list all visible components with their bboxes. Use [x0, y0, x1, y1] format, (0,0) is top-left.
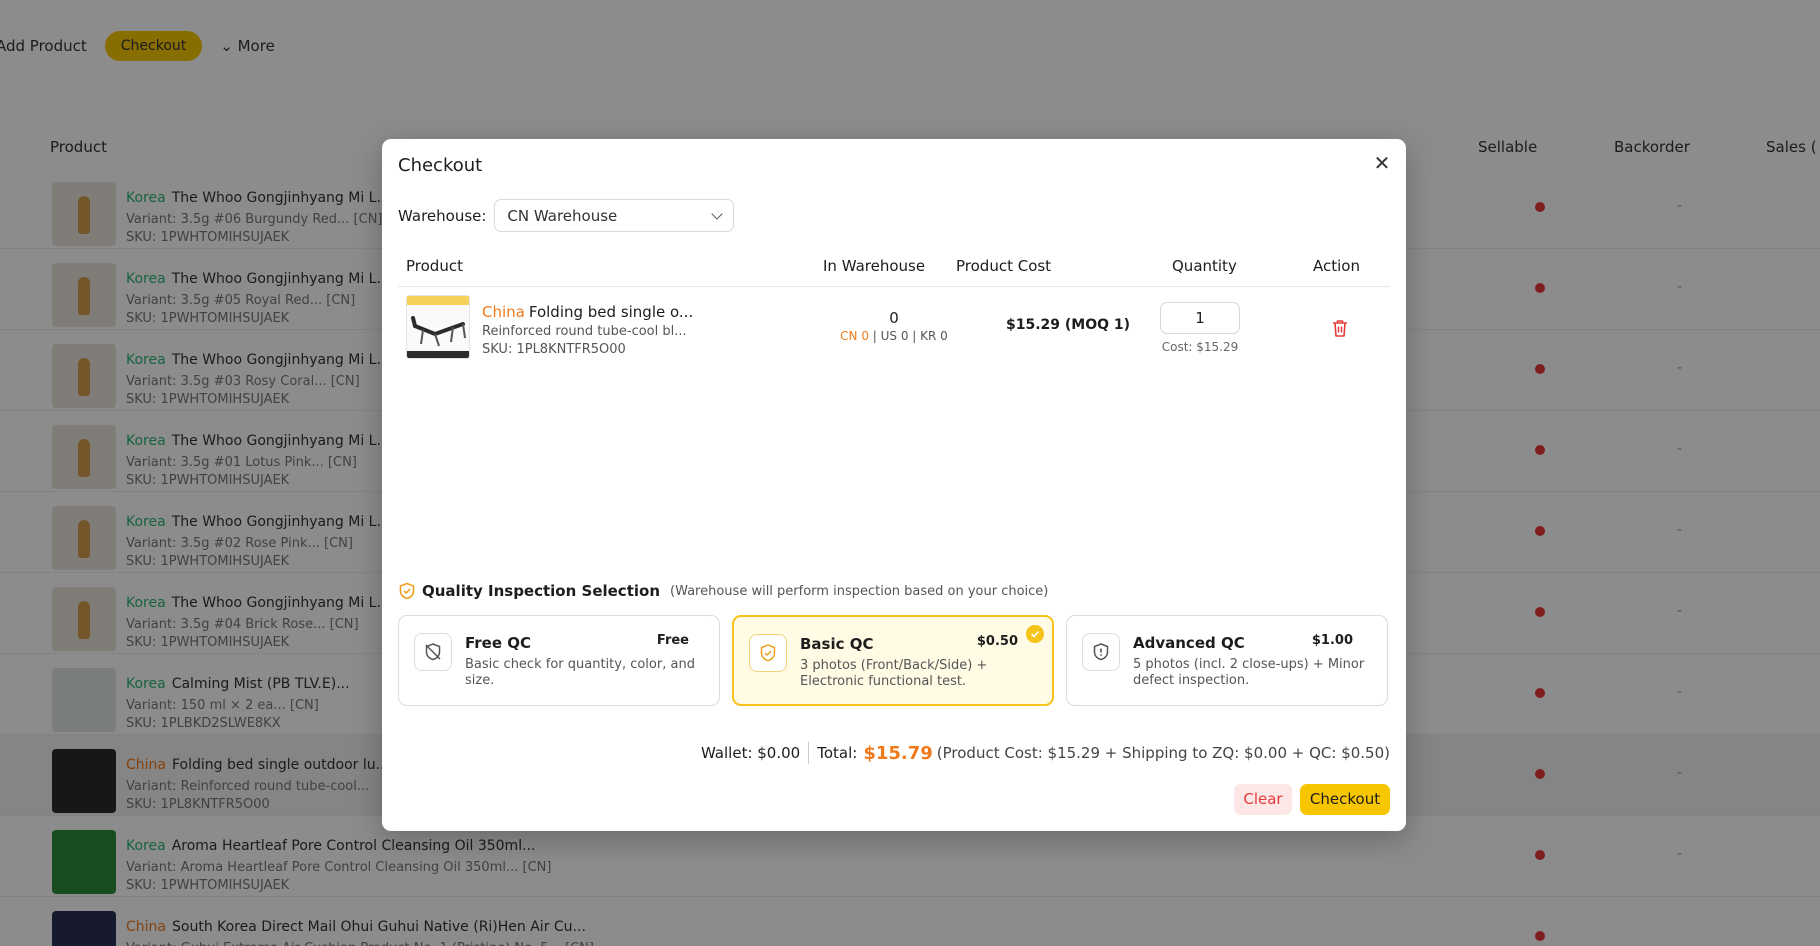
- checkout-table-row: China Folding bed single o... Reinforced …: [398, 289, 1390, 369]
- shield-check-icon: [749, 634, 787, 672]
- header-product-cost: Product Cost: [956, 257, 1052, 275]
- checkout-button[interactable]: Checkout: [1300, 784, 1390, 815]
- quantity-input[interactable]: [1160, 302, 1240, 334]
- product-origin: China: [482, 303, 525, 321]
- shield-off-icon: [414, 633, 452, 671]
- total-breakdown: (Product Cost: $15.29 + Shipping to ZQ: …: [936, 744, 1390, 762]
- qc-option-free[interactable]: Free QC Free Basic check for quantity, c…: [398, 615, 720, 706]
- modal-title: Checkout: [398, 155, 483, 176]
- shield-alert-icon: [1082, 633, 1120, 671]
- product-thumbnail: [406, 295, 470, 359]
- qc-option-desc: 3 photos (Front/Back/Side) + Electronic …: [800, 658, 988, 689]
- warehouse-label: Warehouse:: [398, 206, 487, 225]
- qc-option-price: $1.00: [1311, 633, 1353, 648]
- qc-subtitle: (Warehouse will perform inspection based…: [670, 583, 1049, 599]
- cn-stock: CN 0: [840, 329, 869, 343]
- line-cost: Cost: $15.29: [1161, 340, 1239, 354]
- wallet-balance: Wallet: $0.00: [700, 744, 801, 762]
- qc-option-price: $0.50: [976, 634, 1018, 649]
- clear-button[interactable]: Clear: [1234, 784, 1292, 815]
- checkout-table-header: Product In Warehouse Product Cost Quanti…: [398, 251, 1390, 287]
- header-product: Product: [406, 257, 463, 275]
- warehouse-select[interactable]: CN Warehouse: [494, 199, 735, 232]
- product-title[interactable]: China Folding bed single o...: [482, 303, 693, 321]
- qc-option-name: Free QC: [465, 634, 532, 652]
- product-variant: Reinforced round tube-cool bl...: [482, 324, 687, 339]
- shield-check-icon: [398, 582, 416, 600]
- totals-divider: [808, 742, 810, 764]
- product-sku: SKU: 1PL8KNTFR5O00: [482, 342, 626, 357]
- header-quantity: Quantity: [1172, 257, 1237, 275]
- close-icon[interactable]: ✕: [1370, 151, 1394, 175]
- qc-option-desc: 5 photos (incl. 2 close-ups) + Minor def…: [1133, 657, 1365, 688]
- in-warehouse-breakdown: CN 0 | US 0 | KR 0: [818, 329, 970, 343]
- product-cost: $15.29 (MOQ 1): [1005, 317, 1131, 333]
- check-icon: [1026, 625, 1044, 643]
- trash-icon[interactable]: [1332, 319, 1348, 337]
- qc-title: Quality Inspection Selection: [422, 582, 660, 600]
- qc-option-name: Advanced QC: [1133, 634, 1245, 652]
- folding-bed-image: [411, 316, 466, 347]
- header-in-warehouse: In Warehouse: [823, 257, 926, 275]
- qc-header: Quality Inspection Selection (Warehouse …: [398, 582, 1048, 600]
- qc-option-desc: Basic check for quantity, color, and siz…: [465, 657, 695, 688]
- header-action: Action: [1313, 257, 1360, 275]
- in-warehouse-total: 0: [889, 309, 899, 327]
- order-totals: Wallet: $0.00 Total: $15.79 (Product Cos…: [701, 742, 1390, 764]
- product-title-text: Folding bed single o...: [528, 303, 694, 321]
- total-value: $15.79: [863, 742, 933, 764]
- other-stock: | US 0 | KR 0: [868, 329, 948, 343]
- warehouse-row: Warehouse: CN Warehouse: [398, 199, 735, 232]
- qc-option-name: Basic QC: [800, 635, 874, 653]
- warehouse-selected-value: CN Warehouse: [507, 206, 618, 225]
- checkout-modal: Checkout ✕ Warehouse: CN Warehouse Produ…: [382, 139, 1406, 831]
- qc-option-price: Free: [656, 633, 689, 648]
- chevron-down-icon: [711, 207, 724, 220]
- total-label: Total:: [817, 744, 858, 762]
- qc-option-advanced[interactable]: Advanced QC $1.00 5 photos (incl. 2 clos…: [1066, 615, 1388, 706]
- qc-option-basic[interactable]: Basic QC $0.50 3 photos (Front/Back/Side…: [732, 615, 1054, 706]
